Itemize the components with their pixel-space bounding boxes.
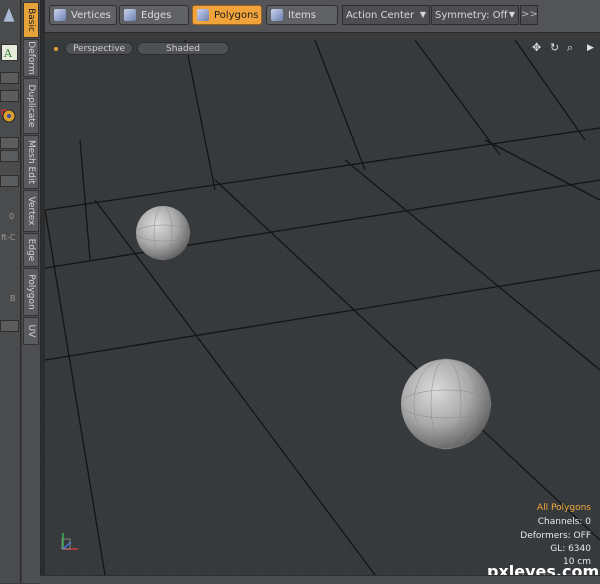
tab-edge[interactable]: Edge — [23, 233, 39, 267]
rail-dropdown-4[interactable] — [0, 150, 19, 162]
tab-duplicate[interactable]: Duplicate — [23, 78, 39, 134]
sphere-large — [400, 358, 492, 450]
vertices-icon — [54, 9, 66, 21]
viewport-menu-icon[interactable] — [54, 47, 58, 51]
items-icon — [271, 9, 283, 21]
selection-mode-readout: All Polygons — [536, 503, 591, 513]
mode-edges-button[interactable]: Edges — [119, 5, 189, 25]
rotate-icon[interactable]: ↻ — [550, 41, 559, 54]
tab-deform[interactable]: Deform — [23, 39, 39, 77]
viewport-options-icon[interactable]: ▶ — [587, 43, 594, 53]
tool-tabs: Basic Deform Duplicate Mesh Edit Vertex … — [22, 0, 41, 583]
tab-uv[interactable]: UV — [23, 317, 39, 345]
rail-field[interactable] — [0, 175, 19, 187]
pan-icon[interactable]: ✥ — [532, 41, 541, 54]
channels-readout: Channels: 0 — [537, 517, 591, 527]
rail-value-b: ft-C — [1, 233, 16, 242]
tab-basic[interactable]: Basic — [23, 2, 39, 38]
rail-dropdown-1[interactable] — [0, 72, 19, 84]
minor-grid — [45, 210, 600, 575]
action-center-dropdown[interactable]: Action Center ▼ — [342, 5, 430, 25]
tab-mesh-edit[interactable]: Mesh Edit — [23, 135, 39, 189]
rail-dropdown-3[interactable] — [0, 137, 19, 149]
edges-icon — [124, 9, 136, 21]
symmetry-dropdown[interactable]: Symmetry: Off ▼ — [431, 5, 519, 25]
deformers-readout: Deformers: OFF — [520, 531, 591, 541]
gl-readout: GL: 6340 — [550, 544, 591, 554]
rail-value-a: 0 — [9, 212, 15, 221]
top-toolbar: Vertices Edges Polygons Items Action Cen… — [45, 0, 600, 33]
bucket-tool-icon[interactable] — [2, 6, 16, 24]
axis-gizmo-icon — [58, 528, 82, 558]
rail-value-c: B — [10, 294, 16, 303]
more-tools-button[interactable]: >> — [520, 5, 538, 25]
mode-vertices-button[interactable]: Vertices — [49, 5, 117, 25]
tab-vertex[interactable]: Vertex — [23, 190, 39, 232]
3d-viewport[interactable] — [45, 40, 600, 575]
zoom-icon[interactable]: ⌕ — [567, 41, 573, 55]
polygons-icon — [197, 9, 209, 21]
rail-dropdown-2[interactable] — [0, 90, 19, 102]
mode-items-button[interactable]: Items — [266, 5, 338, 25]
tool-rail: A 0 ft-C B — [0, 0, 21, 583]
sphere-small — [135, 205, 191, 261]
view-type-selector[interactable]: Perspective — [65, 42, 133, 55]
chevron-down-icon: ▼ — [419, 10, 426, 19]
chevron-down-icon: ▼ — [508, 10, 515, 19]
transform-tool-icon[interactable] — [0, 106, 18, 126]
text-tool-icon[interactable]: A — [1, 44, 18, 61]
rail-dropdown-5[interactable] — [0, 320, 19, 332]
shading-selector[interactable]: Shaded — [137, 42, 229, 55]
viewport-header: Perspective Shaded ✥ ↻ ⌕ ▶ — [45, 40, 600, 57]
mode-polygons-button[interactable]: Polygons — [192, 5, 262, 25]
svg-text:A: A — [3, 47, 13, 60]
tab-polygon[interactable]: Polygon — [23, 268, 39, 316]
